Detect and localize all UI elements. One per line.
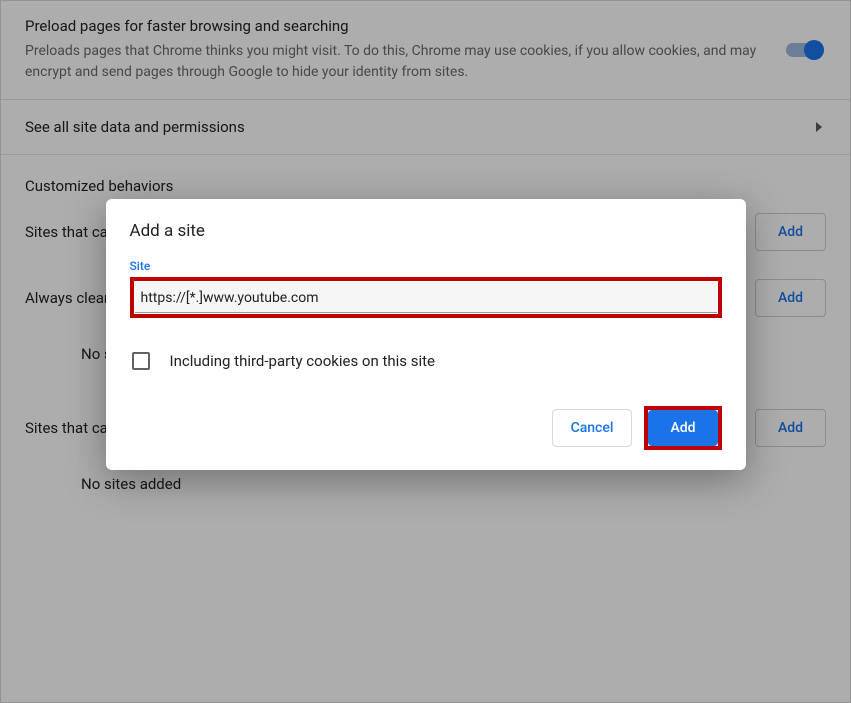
third-party-label: Including third-party cookies on this si… [170,352,436,370]
add-site-dialog: Add a site Site Including third-party co… [106,199,746,470]
site-field-label: Site [130,259,722,273]
third-party-checkbox[interactable] [132,352,150,370]
third-party-row: Including third-party cookies on this si… [132,352,722,370]
site-input[interactable] [135,282,717,313]
modal-overlay: Add a site Site Including third-party co… [0,0,851,703]
dialog-title: Add a site [130,221,722,241]
add-button-highlight: Add [644,406,721,450]
dialog-actions: Cancel Add [130,406,722,450]
add-button[interactable]: Add [648,410,717,446]
site-input-highlight [130,277,722,318]
cancel-button[interactable]: Cancel [552,409,633,447]
